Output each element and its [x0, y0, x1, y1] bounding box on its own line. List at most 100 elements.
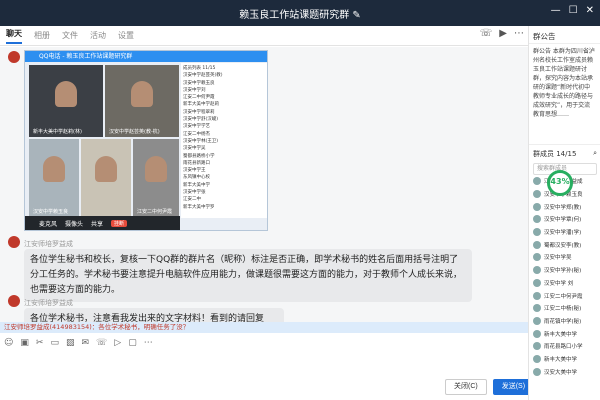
- call-participant: 汉安中学张: [183, 190, 206, 196]
- video-caption: 汉安中学赵芸英(教-杭): [109, 129, 160, 135]
- shared-screenshot[interactable]: QQ电话 - 赖玉良工作站课题研究群 新丰大美中学赵莉(林) 汉安中学赵芸英(教…: [24, 50, 268, 231]
- message-sender: 江安师培罗益成: [24, 240, 73, 248]
- call-participant: 新丰大美中学赵莉: [183, 102, 219, 108]
- avatar-icon: [533, 215, 541, 224]
- member-item[interactable]: 江安二中杨(秘): [529, 302, 600, 315]
- mention-notice-bar[interactable]: 江安师培罗益成(414983154)：各位学术秘书，明确任务了没？: [0, 322, 528, 333]
- member-item[interactable]: 汉安大美中学: [529, 365, 600, 378]
- avatar-icon: [533, 278, 541, 287]
- gift-icon[interactable]: ✉: [81, 338, 89, 348]
- message-bubble[interactable]: 各位学术秘书，注意看我发出来的文字材料！看到的请回复: [24, 308, 284, 323]
- tab-files[interactable]: 文件: [62, 30, 78, 41]
- avatar-icon: [533, 291, 541, 300]
- video-tile: 新丰大美中学赵莉(林): [29, 65, 103, 137]
- members-header: 群成员 14/15 ⌕: [529, 145, 600, 163]
- member-item[interactable]: 新丰大美中学: [529, 353, 600, 366]
- call-participant-list: 成员列表 11/15 汉安中学赵芸英(教) 汉安中学赖玉良 汉安中学刘 江安二中…: [181, 63, 267, 218]
- video-icon[interactable]: ▷: [114, 338, 121, 348]
- avatar-icon: [533, 354, 541, 363]
- video-tile: 汉安中学赖玉良: [29, 139, 79, 217]
- avatar-icon: [533, 367, 541, 376]
- call-participant: 汉安中学王: [183, 168, 206, 174]
- avatar-icon: [533, 304, 541, 313]
- screen-icon[interactable]: ▢: [128, 338, 137, 348]
- member-item[interactable]: 汉安中学吴: [529, 251, 600, 264]
- tab-album[interactable]: 相册: [34, 30, 50, 41]
- member-item[interactable]: 汉安中学孙(秘): [529, 264, 600, 277]
- avatar-icon: [533, 228, 541, 237]
- avatar-icon: [533, 177, 541, 186]
- call-participant: 汉安中学吴: [183, 146, 206, 152]
- avatar-icon: [533, 316, 541, 325]
- tab-bar: 聊天 相册 文件 活动 设置: [0, 26, 528, 46]
- avatar-icon: [533, 329, 541, 338]
- call-mic: 麦克风: [39, 220, 58, 228]
- announcement-text[interactable]: 群公告 本群为四川省泸州名校长工作室成员赖玉良工作站课题研讨群，探究内容为本站承…: [529, 44, 600, 126]
- avatar-icon: [533, 342, 541, 351]
- avatar-icon: [533, 202, 541, 211]
- window-controls: — ☐ ✕: [551, 5, 594, 16]
- folder-icon[interactable]: ▭: [50, 338, 59, 348]
- header-tools: ☏ ▶ ⋯: [480, 28, 524, 39]
- member-item[interactable]: 汉安中学潘(学): [529, 226, 600, 239]
- title-bar: 赖玉良工作站课题研究群 ✎ — ☐ ✕: [0, 0, 600, 26]
- tab-events[interactable]: 活动: [90, 30, 106, 41]
- call-participant: 江安二中: [183, 197, 201, 203]
- member-item[interactable]: 新丰大美中学: [529, 327, 600, 340]
- close-button[interactable]: 关闭(C): [445, 379, 487, 395]
- avatar-icon: [533, 266, 541, 275]
- more-icon[interactable]: ⋯: [144, 338, 153, 348]
- search-icon[interactable]: ⌕: [593, 149, 597, 159]
- image-icon[interactable]: ▨: [66, 338, 75, 348]
- input-toolbar: ☺ ▣ ✂ ▭ ▨ ✉ ☏ ▷ ▢ ⋯: [4, 338, 153, 348]
- member-item[interactable]: 雨花镇中学(秘): [529, 315, 600, 328]
- member-item[interactable]: 蜀都汉安李(教): [529, 238, 600, 251]
- message-bubble[interactable]: 各位学生秘书和校长，复核一下QQ群的群片名（昵称）标注是否正确，即学术秘书的姓名…: [24, 249, 472, 302]
- call-participant: 江安二中杨杰: [183, 131, 210, 137]
- call-hangup: 挂断: [111, 219, 128, 227]
- call-participant: 新丰大美中学罗: [183, 204, 215, 210]
- call-participant: 江安二中何尹霞: [183, 95, 215, 101]
- announcement-title: 群公告: [529, 26, 600, 44]
- member-item[interactable]: 雨花县路口小学: [529, 340, 600, 353]
- call-controls: 麦克风 摄像头 共享 挂断: [25, 216, 180, 230]
- call-participant: 汉安中学程翠莉: [183, 109, 215, 115]
- emoji-icon[interactable]: ☺: [4, 338, 13, 348]
- phone-icon[interactable]: ☏: [480, 28, 493, 39]
- tab-chat[interactable]: 聊天: [6, 28, 22, 44]
- participants-label: 成员列表 11/15: [183, 66, 216, 71]
- close-icon[interactable]: ✕: [586, 5, 594, 16]
- call-participant: 雨花县新路口: [183, 160, 210, 166]
- minimize-icon[interactable]: —: [551, 5, 561, 16]
- maximize-icon[interactable]: ☐: [569, 5, 578, 16]
- member-item[interactable]: 汉安中学郑(教): [529, 200, 600, 213]
- call-participant: 汉安中学舒(汉峻): [183, 117, 219, 123]
- call-participant: 汉安中学学艺: [183, 124, 210, 130]
- call-camera: 摄像头: [65, 220, 84, 228]
- phone-icon[interactable]: ☏: [96, 338, 107, 348]
- video-icon[interactable]: ▶: [499, 28, 507, 39]
- message-sender: 江安师培罗益成: [24, 299, 73, 307]
- call-participant: 汉安中学赵芸英(教): [183, 73, 223, 79]
- avatar[interactable]: [8, 236, 20, 248]
- member-item[interactable]: 汉安中学覃(何): [529, 213, 600, 226]
- call-participant: 东风镇中心校: [183, 175, 210, 181]
- call-participant: 蜀都县路桥小学: [183, 153, 215, 159]
- members-title: 群成员 14/15: [533, 150, 577, 158]
- avatar[interactable]: [8, 51, 20, 63]
- scissors-icon[interactable]: ✂: [36, 338, 44, 348]
- video-caption: 江安二中何尹霞: [137, 209, 173, 215]
- video-caption: 新丰大美中学赵莉(林): [33, 129, 82, 135]
- call-participant: 汉安中学林(王卫): [183, 138, 219, 144]
- member-item[interactable]: 汉安中学 刘: [529, 277, 600, 290]
- more-icon[interactable]: ⋯: [514, 28, 524, 39]
- tab-settings[interactable]: 设置: [118, 30, 134, 41]
- gif-icon[interactable]: ▣: [20, 338, 29, 348]
- network-gauge[interactable]: 43%: [547, 170, 573, 196]
- window-title: 赖玉良工作站课题研究群 ✎: [239, 10, 361, 21]
- member-item[interactable]: 江安二中何尹霞: [529, 289, 600, 302]
- call-participant: 新丰大美中学: [183, 182, 210, 188]
- video-tile: 汉安中学赵芸英(教-杭): [105, 65, 179, 137]
- avatar[interactable]: [8, 295, 20, 307]
- send-bar: 关闭(C) 发送(S): [445, 379, 535, 395]
